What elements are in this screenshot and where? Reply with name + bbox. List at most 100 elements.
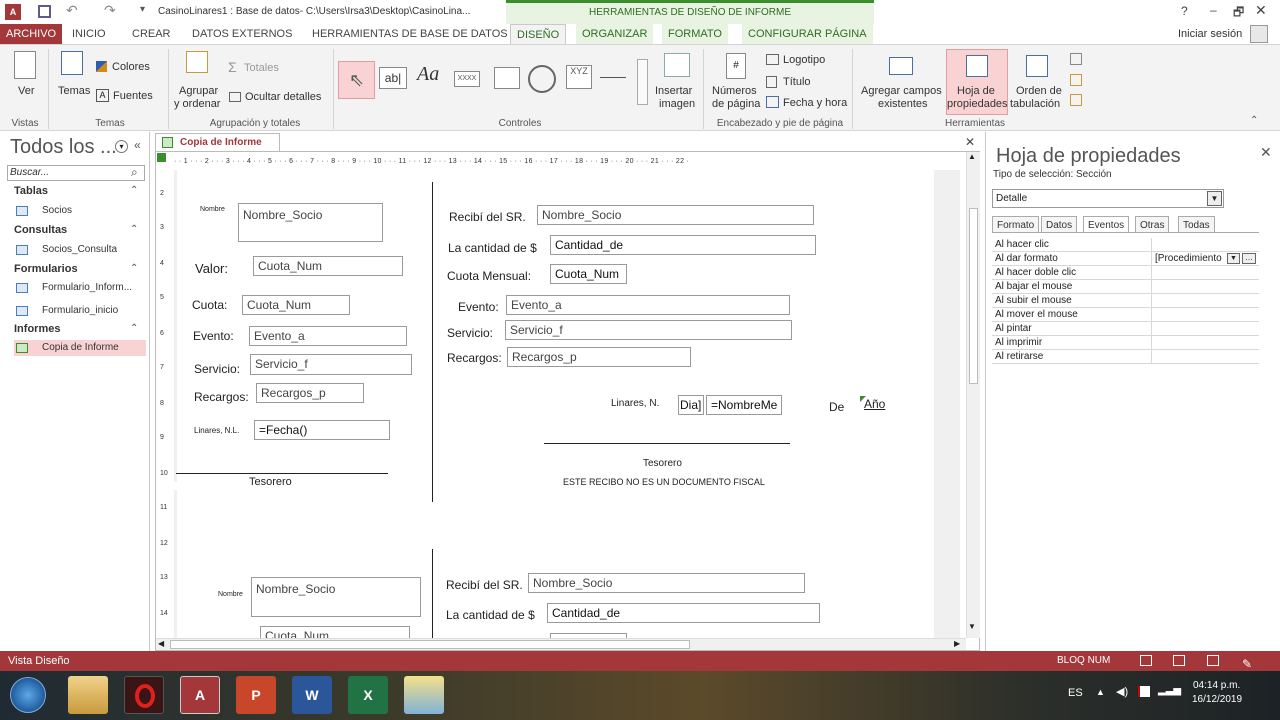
subform-icon[interactable] — [1070, 53, 1082, 65]
prop-row[interactable]: Al hacer clic — [992, 238, 1259, 252]
prop-row[interactable]: Al hacer doble clic — [992, 266, 1259, 280]
nav-collapse-icon[interactable]: « — [134, 138, 141, 152]
view-button[interactable]: Ver — [18, 85, 35, 98]
tab-inicio[interactable]: INICIO — [66, 24, 112, 44]
convert-macros-icon[interactable] — [1070, 94, 1082, 106]
line-control[interactable] — [600, 77, 626, 78]
totals-button[interactable]: Totales — [244, 62, 279, 75]
add-fields-button-line2[interactable]: existentes — [878, 98, 928, 111]
prop-row[interactable]: Al subir el mouse — [992, 294, 1259, 308]
prop-dropdown-icon[interactable]: ▼ — [1227, 253, 1240, 264]
report-canvas[interactable]: Nombre Nombre_Socio Valor: Cuota_Num Cuo… — [174, 170, 960, 638]
add-fields-icon[interactable] — [889, 57, 913, 75]
nav-section-formularios[interactable]: Formularios — [14, 263, 78, 275]
option-group-control[interactable]: XYZ — [566, 65, 592, 89]
vertical-scroll-thumb[interactable] — [969, 208, 978, 384]
save-icon[interactable] — [38, 5, 51, 18]
nav-title[interactable]: Todos los ... — [10, 136, 117, 159]
close-document-icon[interactable]: ✕ — [965, 135, 975, 149]
volume-icon[interactable]: ◀) — [1116, 685, 1128, 698]
prop-value[interactable] — [1151, 336, 1259, 349]
file-explorer-icon[interactable] — [68, 676, 108, 714]
colors-button[interactable]: Colores — [112, 61, 150, 74]
prop-value[interactable] — [1151, 238, 1259, 251]
prop-tab-otras[interactable]: Otras — [1135, 216, 1170, 233]
nombre-label-2[interactable]: Nombre — [218, 591, 243, 598]
logo-button[interactable]: Logotipo — [783, 54, 825, 67]
nav-section-tablas[interactable]: Tablas — [14, 185, 48, 197]
label-control[interactable]: Aa — [417, 63, 439, 86]
valor-field[interactable]: Cuota_Num — [253, 256, 403, 276]
recibi-field[interactable]: Nombre_Socio — [537, 205, 814, 225]
cantidad-label-2[interactable]: La cantidad de $ — [446, 608, 535, 622]
tesorero-right-label[interactable]: Tesorero — [643, 458, 682, 469]
controls-scroll[interactable] — [637, 59, 648, 105]
recibi-field-2[interactable]: Nombre_Socio — [528, 573, 805, 593]
tab-diseno[interactable]: DISEÑO — [510, 24, 567, 44]
nav-item-socios-consulta[interactable]: Socios_Consulta — [14, 242, 146, 258]
cuota-field[interactable]: Cuota_Num — [242, 295, 350, 315]
collapse-tablas-icon[interactable]: ⌃ — [130, 185, 138, 196]
selection-dropdown[interactable]: Detalle ▼ — [992, 189, 1224, 208]
linares-right-label[interactable]: Linares, N. — [611, 398, 659, 409]
scroll-down-icon[interactable]: ▼ — [968, 622, 976, 631]
recargos-right-label[interactable]: Recargos: — [447, 351, 502, 365]
tab-order-button-line2[interactable]: tabulación — [1010, 98, 1060, 111]
tab-configurar-pagina[interactable]: CONFIGURAR PÁGINA — [742, 24, 873, 44]
date-time-button[interactable]: Fecha y hora — [783, 97, 847, 110]
fecha-field[interactable]: =Fecha() — [254, 420, 390, 440]
collapse-formularios-icon[interactable]: ⌃ — [130, 263, 138, 274]
language-indicator[interactable]: ES — [1068, 687, 1083, 699]
page-numbers-button[interactable]: Números — [712, 85, 757, 98]
prop-row[interactable]: Al mover el mouse — [992, 308, 1259, 322]
recargos-right-field[interactable]: Recargos_p — [507, 347, 691, 367]
redo-icon[interactable]: ↷ — [104, 2, 116, 19]
chevron-down-icon[interactable]: ▼ — [1207, 191, 1222, 206]
layout-view-icon[interactable] — [1207, 655, 1219, 666]
insert-image-button-line2[interactable]: imagen — [659, 98, 695, 111]
nav-item-socios[interactable]: Socios — [14, 203, 146, 219]
prop-row[interactable]: Al bajar el mouse — [992, 280, 1259, 294]
nombre-label[interactable]: Nombre — [200, 206, 225, 213]
evento-label[interactable]: Evento: — [193, 329, 234, 343]
valor-label[interactable]: Valor: — [195, 261, 228, 276]
signin-link[interactable]: Iniciar sesión — [1178, 28, 1242, 40]
minimize-button[interactable]: – — [1210, 3, 1217, 17]
nav-item-formulario-inicio[interactable]: Formulario_inicio — [14, 303, 146, 319]
undo-icon[interactable]: ↶ — [66, 2, 78, 19]
de-label[interactable]: De — [829, 400, 844, 414]
tab-datos-externos[interactable]: DATOS EXTERNOS — [186, 24, 298, 44]
vertical-scrollbar[interactable]: ▲ ▼ — [966, 152, 980, 638]
restore-button[interactable]: 🗗 — [1233, 3, 1244, 24]
report-view-icon[interactable] — [1140, 655, 1152, 666]
cantidad-label[interactable]: La cantidad de $ — [448, 241, 537, 255]
nombre-socio-field-2[interactable]: Nombre_Socio — [251, 577, 421, 617]
view-icon[interactable] — [14, 51, 36, 79]
recibi-label-2[interactable]: Recibí del SR. — [446, 578, 523, 592]
cuota-field-2[interactable]: Cuota_Num — [260, 626, 410, 638]
nav-item-formulario-inform[interactable]: Formulario_Inform... — [14, 280, 146, 296]
cantidad-field[interactable]: Cantidad_de — [550, 235, 816, 255]
horizontal-scroll-thumb[interactable] — [170, 640, 690, 649]
cuota-mensual-label[interactable]: Cuota Mensual: — [447, 269, 531, 283]
prop-row[interactable]: Al dar formato [Procedimiento — [992, 252, 1259, 266]
nombre-socio-field[interactable]: Nombre_Socio — [238, 203, 383, 242]
start-button[interactable] — [10, 677, 46, 713]
themes-icon[interactable] — [61, 51, 83, 75]
excel-icon[interactable]: X — [348, 676, 388, 714]
user-avatar-icon[interactable] — [1250, 25, 1268, 43]
insert-image-icon[interactable] — [664, 53, 690, 77]
scroll-up-icon[interactable]: ▲ — [968, 152, 976, 161]
report-selector[interactable] — [157, 153, 166, 162]
textbox-control[interactable]: ab| — [379, 67, 407, 89]
prop-tab-eventos[interactable]: Eventos — [1083, 216, 1130, 233]
builder-ellipsis-icon[interactable]: … — [1242, 253, 1256, 264]
nav-section-informes[interactable]: Informes — [14, 323, 60, 335]
help-button[interactable]: ? — [1181, 4, 1188, 18]
nav-dropdown-icon[interactable]: ▾ — [115, 140, 128, 153]
cantidad-field-2[interactable]: Cantidad_de — [547, 603, 820, 623]
nav-item-copia-informe[interactable]: Copia de Informe — [14, 340, 146, 356]
prop-tab-todas[interactable]: Todas — [1178, 216, 1215, 233]
tab-order-button[interactable]: Orden de — [1016, 85, 1062, 98]
tab-organizar[interactable]: ORGANIZAR — [576, 24, 654, 44]
